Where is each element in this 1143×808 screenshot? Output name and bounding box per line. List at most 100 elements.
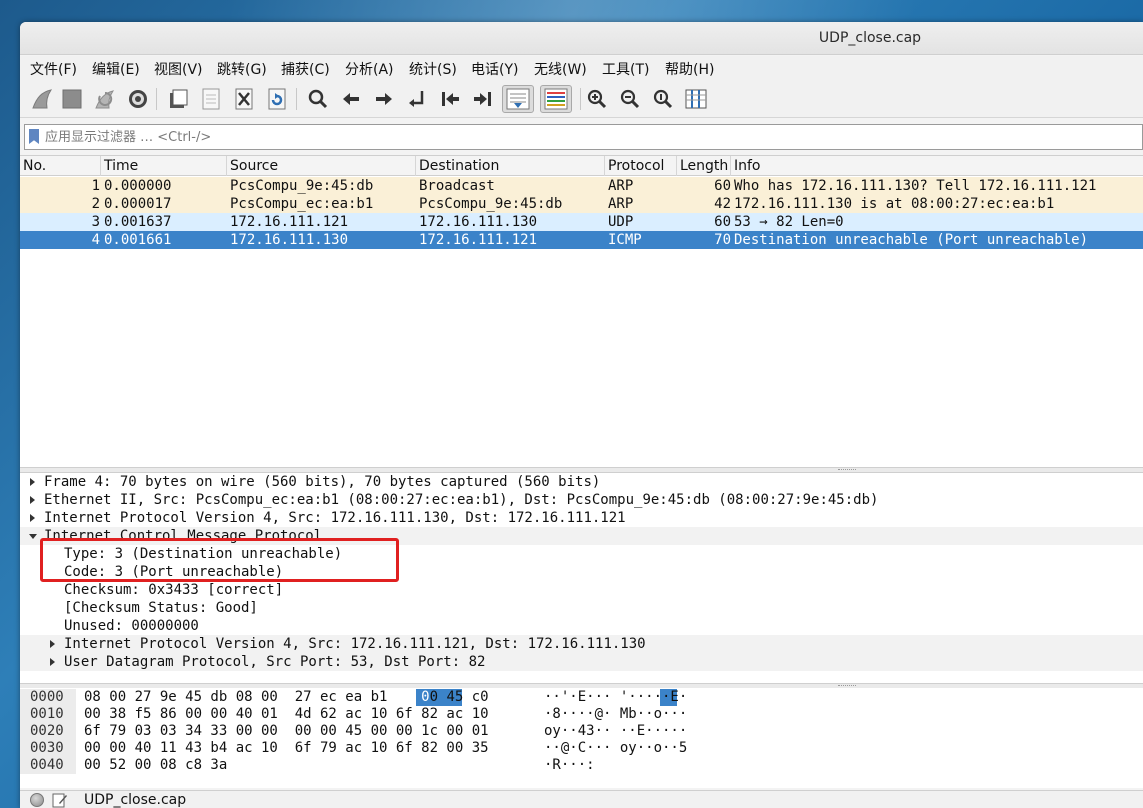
detail-row[interactable]: Type: 3 (Destination unreachable) xyxy=(20,545,1143,563)
packet-list: No. Time Source Destination Protocol Len… xyxy=(20,155,1143,467)
detail-row-text: Unused: 00000000 xyxy=(64,618,199,634)
hex-bytes: 08 00 27 9e 45 db 08 00 27 ec ea b1 08 0… xyxy=(84,689,489,705)
first-packet-icon[interactable] xyxy=(436,85,464,113)
hex-offset: 0040 xyxy=(20,757,76,774)
menu-item-2[interactable]: 视图(V) xyxy=(154,59,203,79)
stop-square-icon[interactable] xyxy=(58,85,86,113)
packet-cell-time: 0.000000 xyxy=(104,178,172,194)
menu-item-1[interactable]: 编辑(E) xyxy=(92,59,140,79)
capture-options-gear-icon[interactable] xyxy=(124,85,152,113)
hex-row[interactable]: 0030 00 00 40 11 43 b4 ac 10 6f 79 ac 10 … xyxy=(20,740,1143,757)
open-folder-icon[interactable] xyxy=(164,85,192,113)
column-header-source[interactable]: Source xyxy=(227,156,416,176)
status-bar: UDP_close.cap xyxy=(20,790,1143,808)
hex-ascii: ··@·C··· oy··o··5 xyxy=(544,740,688,756)
detail-row[interactable]: Unused: 00000000 xyxy=(20,617,1143,635)
packet-cell-info: 53 → 82 Len=0 xyxy=(734,214,844,230)
go-to-packet-icon[interactable] xyxy=(403,85,431,113)
packet-cell-protocol: ARP xyxy=(608,196,634,212)
detail-row[interactable]: Frame 4: 70 bytes on wire (560 bits), 70… xyxy=(20,473,1143,491)
menu-bar: 文件(F) 编辑(E) 视图(V) 跳转(G) 捕获(C) 分析(A) 统计(S) 电话(Y)… xyxy=(20,56,1143,80)
packet-row[interactable]: 2 0.000017 PcsCompu_ec:ea:b1 PcsCompu_9e:45… xyxy=(20,195,1143,213)
packet-cell-length: 42 xyxy=(714,196,731,212)
hex-offset: 0020 xyxy=(20,723,76,740)
detail-row[interactable]: [Checksum Status: Good] xyxy=(20,599,1143,617)
hex-bytes: 00 52 00 08 c8 3a xyxy=(84,757,228,773)
expand-caret-right-icon[interactable] xyxy=(50,658,55,666)
detail-row[interactable]: Code: 3 (Port unreachable) xyxy=(20,563,1143,581)
packet-row[interactable]: 1 0.000000 PcsCompu_9e:45:db Broadcast ARP 60… xyxy=(20,177,1143,195)
detail-row[interactable]: Internet Protocol Version 4, Src: 172.16… xyxy=(20,635,1143,653)
detail-row-text: Internet Protocol Version 4, Src: 172.16… xyxy=(44,510,626,526)
reload-file-icon[interactable] xyxy=(263,85,291,113)
detail-row-text: [Checksum Status: Good] xyxy=(64,600,258,616)
column-header-destination[interactable]: Destination xyxy=(416,156,605,176)
detail-row[interactable]: Internet Control Message Protocol xyxy=(20,527,1143,545)
colorize-icon[interactable] xyxy=(540,85,572,113)
bookmark-icon[interactable] xyxy=(29,129,39,144)
packet-cell-source: PcsCompu_ec:ea:b1 xyxy=(230,196,374,212)
expand-caret-right-icon[interactable] xyxy=(30,478,35,486)
toolbar-separator xyxy=(296,88,297,110)
window-title: UDP_close.cap xyxy=(818,30,922,46)
resize-columns-icon[interactable] xyxy=(682,85,710,113)
menu-item-9[interactable]: 工具(T) xyxy=(602,59,649,79)
menu-item-4[interactable]: 捕获(C) xyxy=(281,59,330,79)
menu-item-3[interactable]: 跳转(G) xyxy=(217,59,267,79)
title-bar[interactable]: UDP_close.cap xyxy=(20,22,1143,55)
hex-offset: 0000 xyxy=(20,689,76,706)
column-header-time[interactable]: Time xyxy=(101,156,227,176)
shark-fin-start-icon[interactable] xyxy=(28,85,56,113)
save-file-icon[interactable] xyxy=(197,85,225,113)
close-file-icon[interactable] xyxy=(230,85,258,113)
packet-cell-length: 60 xyxy=(714,214,731,230)
last-packet-icon[interactable] xyxy=(469,85,497,113)
detail-row-text: Frame 4: 70 bytes on wire (560 bits), 70… xyxy=(44,474,601,490)
zoom-in-icon[interactable] xyxy=(583,85,611,113)
detail-row-text: User Datagram Protocol, Src Port: 53, Ds… xyxy=(64,654,486,670)
normal-size-icon[interactable] xyxy=(649,85,677,113)
detail-row[interactable]: Internet Protocol Version 4, Src: 172.16… xyxy=(20,509,1143,527)
display-filter-input[interactable] xyxy=(45,126,1135,148)
menu-item-7[interactable]: 电话(Y) xyxy=(471,59,518,79)
expand-caret-right-icon[interactable] xyxy=(30,514,35,522)
packet-cell-protocol: UDP xyxy=(608,214,634,230)
column-header-length[interactable]: Length xyxy=(677,156,731,176)
menu-item-0[interactable]: 文件(F) xyxy=(30,59,77,79)
packet-row[interactable]: 3 0.001637 172.16.111.121 172.16.111.130 UDP… xyxy=(20,213,1143,231)
hex-row[interactable]: 0010 00 38 f5 86 00 00 40 01 4d 62 ac 10 … xyxy=(20,706,1143,723)
menu-item-6[interactable]: 统计(S) xyxy=(409,59,457,79)
go-forward-arrow-icon[interactable] xyxy=(370,85,398,113)
restart-fin-icon[interactable] xyxy=(91,85,119,113)
column-header-protocol[interactable]: Protocol xyxy=(605,156,677,176)
go-back-arrow-icon[interactable] xyxy=(337,85,365,113)
hex-row[interactable]: 0020 6f 79 03 03 34 33 00 00 00 00 45 00 … xyxy=(20,723,1143,740)
menu-item-5[interactable]: 分析(A) xyxy=(345,59,394,79)
packet-cell-info: Destination unreachable (Port unreachabl… xyxy=(734,232,1089,248)
expert-info-icon[interactable] xyxy=(30,793,44,807)
detail-row-text: Code: 3 (Port unreachable) xyxy=(64,564,284,580)
expand-caret-right-icon[interactable] xyxy=(30,496,35,504)
search-packet-icon[interactable] xyxy=(304,85,332,113)
packet-cell-destination: 172.16.111.130 xyxy=(419,214,538,230)
packet-list-header: No. Time Source Destination Protocol Len… xyxy=(20,155,1143,176)
detail-row[interactable]: Checksum: 0x3433 [correct] xyxy=(20,581,1143,599)
autoscroll-icon[interactable] xyxy=(502,85,534,113)
menu-item-10[interactable]: 帮助(H) xyxy=(665,59,714,79)
packet-cell-time: 0.001637 xyxy=(104,214,172,230)
capture-comment-icon[interactable] xyxy=(52,792,68,808)
column-header-info[interactable]: Info xyxy=(731,156,1143,176)
zoom-out-icon[interactable] xyxy=(616,85,644,113)
column-header-no[interactable]: No. xyxy=(20,156,101,176)
hex-row[interactable]: 0000 08 00 27 9e 45 db 08 00 27 ec ea b1 … xyxy=(20,689,1143,706)
menu-item-8[interactable]: 无线(W) xyxy=(534,59,587,79)
packet-cell-no: 4 xyxy=(91,232,100,248)
expand-caret-right-icon[interactable] xyxy=(50,640,55,648)
hex-row[interactable]: 0040 00 52 00 08 c8 3a ·R···: xyxy=(20,757,1143,774)
packet-row[interactable]: 4 0.001661 172.16.111.130 172.16.111.121 ICM… xyxy=(20,231,1143,249)
detail-row[interactable]: Ethernet II, Src: PcsCompu_ec:ea:b1 (08:… xyxy=(20,491,1143,509)
packet-cell-time: 0.000017 xyxy=(104,196,172,212)
expand-caret-down-icon[interactable] xyxy=(29,534,37,539)
detail-row[interactable]: User Datagram Protocol, Src Port: 53, Ds… xyxy=(20,653,1143,671)
hex-bytes: 00 00 40 11 43 b4 ac 10 6f 79 ac 10 6f 8… xyxy=(84,740,489,756)
